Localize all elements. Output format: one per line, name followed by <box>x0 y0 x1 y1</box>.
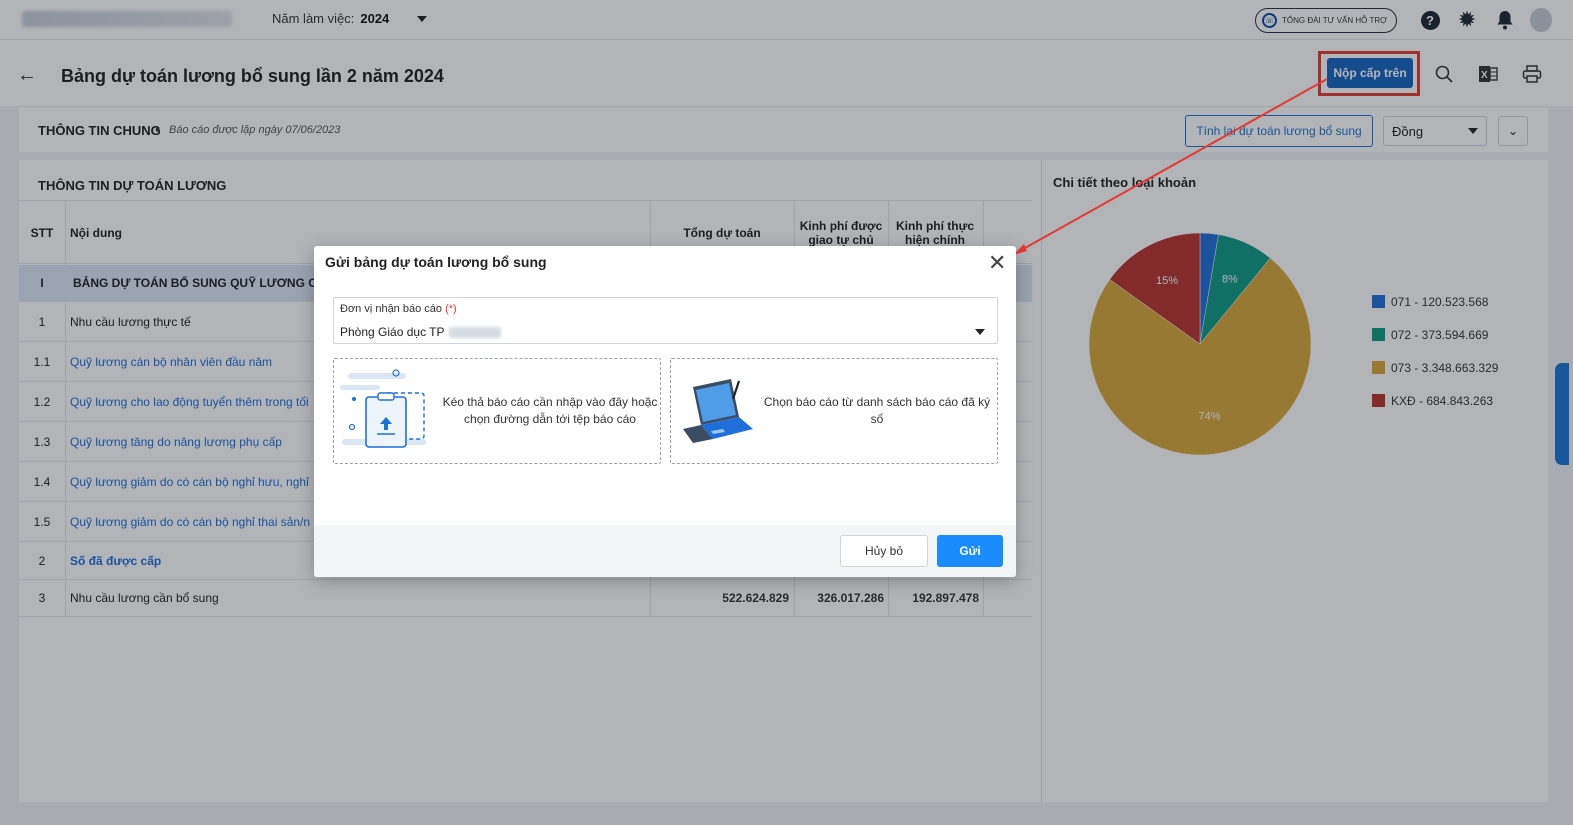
field-label: Đơn vị nhận báo cáo (*) <box>340 303 457 315</box>
drop-zone-text: Kéo thả báo cáo cần nhập vào đây hoặc ch… <box>442 395 658 426</box>
file-drop-zone[interactable]: Kéo thả báo cáo cần nhập vào đây hoặc ch… <box>333 358 661 464</box>
recipient-unit-select[interactable]: Đơn vị nhận báo cáo (*) Phòng Giáo dục T… <box>333 297 998 344</box>
upload-file-illustration <box>340 369 426 448</box>
cancel-button[interactable]: Hủy bỏ <box>840 535 928 567</box>
dialog-title: Gửi bảng dự toán lương bổ sung <box>325 254 547 270</box>
signed-report-picker[interactable]: Chọn báo cáo từ danh sách báo cáo đã ký … <box>670 358 998 464</box>
close-icon[interactable]: ✕ <box>988 250 1006 276</box>
laptop-illustration <box>683 379 753 443</box>
required-mark: (*) <box>445 303 457 315</box>
field-value: Phòng Giáo dục TP <box>340 325 501 339</box>
dialog-footer: Hủy bỏ Gửi <box>314 525 1016 577</box>
send-dialog: Gửi bảng dự toán lương bổ sung ✕ Đơn vị … <box>314 246 1016 577</box>
send-button[interactable]: Gửi <box>937 535 1003 567</box>
picker-text: Chọn báo cáo từ danh sách báo cáo đã ký … <box>763 395 991 426</box>
blurred-text <box>448 326 501 338</box>
caret-down-icon <box>975 329 985 335</box>
